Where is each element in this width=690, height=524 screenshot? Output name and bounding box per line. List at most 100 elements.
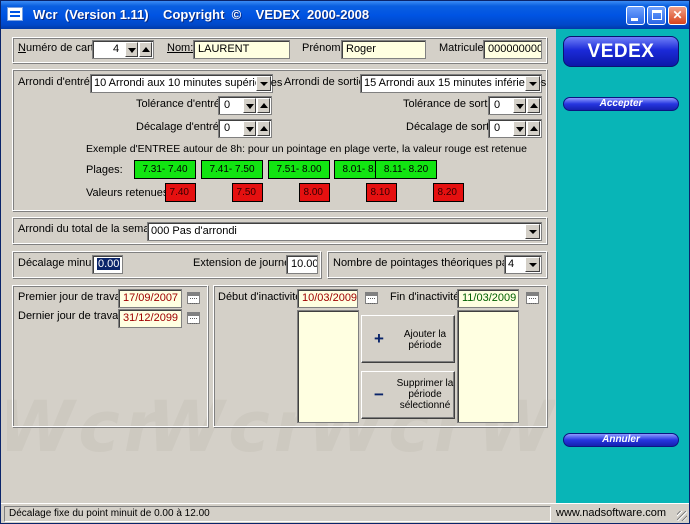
retained-cell: 8.00 xyxy=(299,183,330,202)
app-icon xyxy=(7,7,23,21)
retained-cell: 7.40 xyxy=(165,183,196,202)
status-bar: Décalage fixe du point minuit de 0.00 à … xyxy=(1,503,689,523)
first-workday-label: Premier jour de travail: xyxy=(18,291,129,303)
vedex-logo-button[interactable]: VEDEX xyxy=(563,36,679,67)
maximize-icon xyxy=(652,10,662,20)
midnight-offset-label: Décalage minuit: xyxy=(18,257,100,269)
chevron-down-icon[interactable] xyxy=(525,224,540,239)
card-number-label: Numéro de carte: xyxy=(18,42,103,54)
inactivity-end-field[interactable]: 11/03/2009 xyxy=(457,289,519,308)
retained-label: Valeurs retenues: xyxy=(86,187,172,199)
inactivity-start-list[interactable] xyxy=(297,310,359,423)
remove-period-button[interactable]: − Supprimer la période sélectionné xyxy=(361,371,455,419)
entry-tolerance-spinner[interactable]: 0 xyxy=(218,96,272,115)
exit-offset-label: Décalage de sortie: xyxy=(406,121,501,133)
week-rounding-value: 000 Pas d'arrondi xyxy=(151,225,237,237)
spin-up-button[interactable] xyxy=(527,98,540,113)
remove-period-label: Supprimer la période sélectionné xyxy=(396,378,454,411)
range-cell: 7.41- 7.50 xyxy=(201,160,263,179)
inactivity-end-label: Fin d'inactivité: xyxy=(390,291,463,303)
add-period-button[interactable]: + Ajouter la période xyxy=(361,315,455,363)
calendar-icon[interactable] xyxy=(526,292,539,304)
inactivity-start-field[interactable]: 10/03/2009 xyxy=(297,289,358,308)
chevron-down-icon[interactable] xyxy=(525,257,540,272)
exit-tolerance-spinner[interactable]: 0 xyxy=(488,96,542,115)
exit-rounding-select[interactable]: 15 Arrondi aux 15 minutes inférieures xyxy=(360,74,546,93)
spin-up-button[interactable] xyxy=(139,42,152,57)
chevron-down-icon[interactable] xyxy=(525,76,540,91)
exit-offset-value: 0 xyxy=(494,122,501,134)
punch-count-value: 4 xyxy=(508,258,515,270)
entry-offset-spinner[interactable]: 0 xyxy=(218,119,272,138)
day-extension-label: Extension de journée: xyxy=(193,257,300,269)
retained-cell: 7.50 xyxy=(232,183,263,202)
add-period-label: Ajouter la période xyxy=(403,329,447,351)
range-cell: 7.51- 8.00 xyxy=(268,160,330,179)
exit-rounding-label: Arrondi de sortie: xyxy=(284,76,368,88)
website-link[interactable]: www.nadsoftware.com xyxy=(554,506,685,522)
last-workday-field[interactable]: 31/12/2099 xyxy=(118,309,182,328)
exit-rounding-value: 15 Arrondi aux 15 minutes inférieures xyxy=(364,77,547,89)
punch-count-select[interactable]: 4 xyxy=(504,255,542,274)
name-label: Nom: xyxy=(167,42,194,54)
matricule-field[interactable]: 0000000004 xyxy=(483,40,542,59)
close-button[interactable]: ✕ xyxy=(668,6,687,25)
day-extension-field[interactable]: 10.00 xyxy=(286,255,318,274)
maximize-button[interactable] xyxy=(647,6,666,25)
first-workday-field[interactable]: 17/09/2007 xyxy=(118,289,182,308)
status-message: Décalage fixe du point minuit de 0.00 à … xyxy=(4,506,551,522)
firstname-field[interactable]: Roger xyxy=(341,40,426,59)
range-cell: 8.11- 8.20 xyxy=(375,160,437,179)
spin-down-button[interactable] xyxy=(125,42,138,57)
rounding-example-text: Exemple d'ENTREE autour de 8h: pour un p… xyxy=(86,143,527,155)
minus-icon: − xyxy=(374,385,384,404)
resize-grip-icon[interactable] xyxy=(677,511,687,521)
last-workday-label: Dernier jour de travail: xyxy=(18,310,127,322)
spin-up-button[interactable] xyxy=(257,121,270,136)
calendar-icon[interactable] xyxy=(187,312,200,324)
midnight-offset-value: 0.00 xyxy=(97,258,121,270)
spin-up-button[interactable] xyxy=(257,98,270,113)
close-icon: ✕ xyxy=(672,8,683,22)
ranges-label: Plages: xyxy=(86,164,123,176)
inactivity-end-list[interactable] xyxy=(457,310,519,423)
card-number-value: 4 xyxy=(113,43,120,55)
spin-up-button[interactable] xyxy=(527,121,540,136)
exit-tolerance-value: 0 xyxy=(494,99,501,111)
cancel-button[interactable]: Annuler xyxy=(563,433,679,447)
minimize-icon xyxy=(631,18,638,21)
accept-button[interactable]: Accepter xyxy=(563,97,679,111)
exit-offset-spinner[interactable]: 0 xyxy=(488,119,542,138)
retained-cell: 8.10 xyxy=(366,183,397,202)
entry-tolerance-label: Tolérance d'entrée: xyxy=(136,98,230,110)
entry-rounding-select[interactable]: 10 Arrondi aux 10 minutes supérieures xyxy=(90,74,282,93)
title-bar[interactable]: Wcr (Version 1.11) Copyright © VEDEX 200… xyxy=(1,1,689,29)
action-sidebar: VEDEX Accepter Annuler xyxy=(556,29,689,503)
range-cell: 7.31- 7.40 xyxy=(134,160,196,179)
minimize-button[interactable] xyxy=(626,6,645,25)
spin-down-button[interactable] xyxy=(243,121,256,136)
matricule-label: Matricule: xyxy=(439,42,487,54)
retained-cell: 8.20 xyxy=(433,183,464,202)
spin-down-button[interactable] xyxy=(513,121,526,136)
spin-down-button[interactable] xyxy=(243,98,256,113)
entry-rounding-value: 10 Arrondi aux 10 minutes supérieures xyxy=(94,77,283,89)
spin-down-button[interactable] xyxy=(513,98,526,113)
card-number-spinner[interactable]: 4 xyxy=(92,40,154,59)
midnight-offset-field[interactable]: 0.00 xyxy=(92,255,123,274)
inactivity-start-label: Début d'inactivité: xyxy=(218,291,305,303)
calendar-icon[interactable] xyxy=(187,292,200,304)
entry-offset-value: 0 xyxy=(224,122,231,134)
firstname-label: Prénom: xyxy=(302,42,344,54)
window-title: Wcr (Version 1.11) Copyright © VEDEX 200… xyxy=(33,7,370,22)
application-window: Wcr (Version 1.11) Copyright © VEDEX 200… xyxy=(0,0,690,524)
chevron-down-icon[interactable] xyxy=(256,76,271,91)
week-rounding-label: Arrondi du total de la semaine: xyxy=(18,223,168,235)
name-field[interactable]: LAURENT xyxy=(193,40,290,59)
week-rounding-select[interactable]: 000 Pas d'arrondi xyxy=(147,222,542,241)
entry-tolerance-value: 0 xyxy=(224,99,231,111)
exit-tolerance-label: Tolérance de sortie: xyxy=(403,98,499,110)
calendar-icon[interactable] xyxy=(365,292,378,304)
entry-offset-label: Décalage d'entrée: xyxy=(136,121,228,133)
entry-rounding-label: Arrondi d'entrée: xyxy=(18,76,99,88)
